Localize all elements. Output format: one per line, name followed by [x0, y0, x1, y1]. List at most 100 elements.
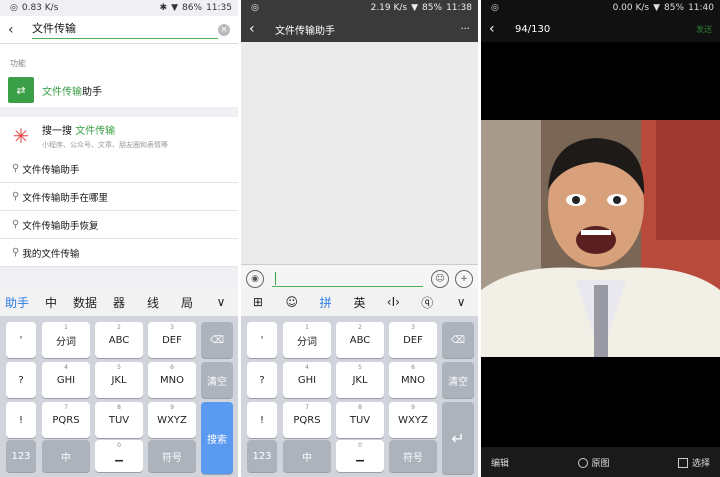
- photo-image[interactable]: [481, 120, 720, 357]
- key-punct[interactable]: !: [6, 402, 36, 438]
- clear-icon[interactable]: ×: [218, 23, 230, 36]
- suggestion-item[interactable]: ⚲ 我的文件传输: [0, 239, 238, 267]
- key-1[interactable]: 1 分词: [283, 322, 331, 358]
- grid-icon[interactable]: ⊞: [241, 295, 275, 309]
- key-8[interactable]: 8 TUV: [336, 402, 384, 438]
- chat-panel: ◎ 2.19 K/s ▼ 85% 11:38 ‹ 文件传输助手 ··· ◉ ☺ …: [241, 0, 478, 477]
- key-1[interactable]: 1 分词: [42, 322, 90, 358]
- search-icon[interactable]: ⓠ: [410, 294, 444, 311]
- key-punct[interactable]: ?: [6, 362, 36, 398]
- key-4[interactable]: 4 GHI: [283, 362, 331, 398]
- more-icon[interactable]: ···: [460, 24, 470, 35]
- clear-key[interactable]: 清空: [442, 362, 474, 398]
- key-8[interactable]: 8 TUV: [95, 402, 143, 438]
- viewer-header: ‹ 94/130 发送: [481, 16, 720, 42]
- kb-candidate[interactable]: 中: [34, 294, 68, 311]
- voice-icon[interactable]: ◉: [246, 269, 264, 288]
- key-6[interactable]: 6 MNO: [389, 362, 437, 398]
- key-6[interactable]: 6 MNO: [148, 362, 196, 398]
- key-punct[interactable]: ?: [247, 362, 277, 398]
- search-icon: ⚲: [12, 163, 20, 174]
- key-5[interactable]: 5 JKL: [95, 362, 143, 398]
- radio-icon: [577, 458, 588, 468]
- image-counter: 94/130: [515, 23, 551, 35]
- key-punct[interactable]: ': [6, 322, 36, 358]
- pinyin-mode[interactable]: 拼: [309, 294, 343, 311]
- key-3[interactable]: 3 DEF: [389, 322, 437, 358]
- search-key[interactable]: 搜索: [201, 402, 233, 474]
- key-punct[interactable]: ': [247, 322, 277, 358]
- mic-icon: ▁: [115, 450, 123, 462]
- symbols-key[interactable]: 符号: [389, 440, 437, 472]
- space-key[interactable]: 0 ▁: [336, 440, 384, 472]
- enter-key[interactable]: ↵: [442, 402, 474, 474]
- send-button[interactable]: 发送: [696, 24, 712, 35]
- collapse-icon[interactable]: ∨: [444, 295, 478, 309]
- numbers-key[interactable]: 123: [6, 440, 36, 472]
- message-area[interactable]: [241, 42, 478, 264]
- kb-candidate[interactable]: 局: [170, 294, 204, 311]
- suggestion-item[interactable]: ⚲ 文件传输助手恢复: [0, 211, 238, 239]
- search-input[interactable]: 文件传输: [32, 20, 218, 39]
- checkbox-icon: [678, 458, 688, 468]
- battery-level: 85%: [422, 3, 443, 13]
- lang-key[interactable]: 中: [42, 440, 90, 472]
- network-speed: 0.00 K/s: [612, 3, 650, 13]
- lang-key[interactable]: 中: [283, 440, 331, 472]
- key-4[interactable]: 4 GHI: [42, 362, 90, 398]
- search-panel: ◎ 0.83 K/s ✱ ▼ 86% 11:35 ‹ 文件传输 × 功能 ⇄ 文…: [0, 0, 238, 477]
- space-key[interactable]: 0 ▁: [95, 440, 143, 472]
- search-icon: ⚲: [12, 191, 20, 202]
- suggestion-item[interactable]: ⚲ 文件传输助手: [0, 155, 238, 183]
- key-2[interactable]: 2 ABC: [336, 322, 384, 358]
- key-3[interactable]: 3 DEF: [148, 322, 196, 358]
- collapse-icon[interactable]: ∨: [204, 295, 238, 309]
- edit-button[interactable]: 编辑: [491, 456, 509, 469]
- photo-illustration: [481, 120, 720, 357]
- clear-key[interactable]: 清空: [201, 362, 233, 398]
- select-toggle[interactable]: 选择: [678, 456, 710, 469]
- sousou-item[interactable]: ✳ 搜一搜 文件传输 小程序、公众号、文章、朋友圈和表情等: [0, 117, 238, 155]
- emoji-icon[interactable]: ☺: [431, 269, 449, 288]
- plus-icon[interactable]: +: [455, 269, 473, 288]
- clock: 11:35: [206, 3, 232, 13]
- viewer-footer: 编辑 原图 选择: [481, 447, 720, 477]
- key-punct[interactable]: !: [247, 402, 277, 438]
- message-input[interactable]: [272, 271, 423, 287]
- key-2[interactable]: 2 ABC: [95, 322, 143, 358]
- back-arrow-icon[interactable]: ‹: [489, 21, 505, 37]
- kb-candidate[interactable]: 线: [136, 294, 170, 311]
- original-toggle[interactable]: 原图: [577, 456, 610, 469]
- english-mode[interactable]: 英: [343, 294, 377, 311]
- kb-candidate[interactable]: 器: [102, 294, 136, 311]
- cursor-icon[interactable]: ‹I›: [376, 295, 410, 309]
- back-arrow-icon[interactable]: ‹: [8, 22, 24, 38]
- keyboard-toolbar: ⊞ ☺ 拼 英 ‹I› ⓠ ∨: [241, 288, 478, 316]
- symbols-key[interactable]: 符号: [148, 440, 196, 472]
- clock: 11:40: [688, 3, 714, 13]
- key-7[interactable]: 7 PQRS: [283, 402, 331, 438]
- backspace-key[interactable]: ⌫: [442, 322, 474, 358]
- search-bar: ‹ 文件传输 ×: [0, 16, 238, 44]
- function-result[interactable]: ⇄ 文件传输助手: [0, 73, 238, 107]
- sousou-icon: ✳: [12, 124, 30, 148]
- key-5[interactable]: 5 JKL: [336, 362, 384, 398]
- key-7[interactable]: 7 PQRS: [42, 402, 90, 438]
- key-9[interactable]: 9 WXYZ: [148, 402, 196, 438]
- function-result-label: 文件传输助手: [42, 86, 102, 98]
- emoji-icon[interactable]: ☺: [275, 295, 309, 309]
- keyboard-toolbar: 助手 中 数据 器 线 局 ∨: [0, 288, 238, 316]
- numbers-key[interactable]: 123: [247, 440, 277, 472]
- status-bar: ◎ 0.00 K/s ▼ 85% 11:40: [481, 0, 720, 16]
- search-icon: ⚲: [12, 219, 20, 230]
- back-arrow-icon[interactable]: ‹: [249, 21, 265, 37]
- kb-candidate[interactable]: 助手: [0, 294, 34, 311]
- wifi-icon: ▼: [171, 3, 179, 13]
- backspace-key[interactable]: ⌫: [201, 322, 233, 358]
- image-viewer-panel: ◎ 0.00 K/s ▼ 85% 11:40 ‹ 94/130 发送 编辑 原图…: [481, 0, 720, 477]
- key-9[interactable]: 9 WXYZ: [389, 402, 437, 438]
- kb-candidate[interactable]: 数据: [68, 294, 102, 311]
- section-label: 功能: [0, 44, 238, 73]
- suggestion-item[interactable]: ⚲ 文件传输助手在哪里: [0, 183, 238, 211]
- wifi-icon: ▼: [653, 3, 661, 13]
